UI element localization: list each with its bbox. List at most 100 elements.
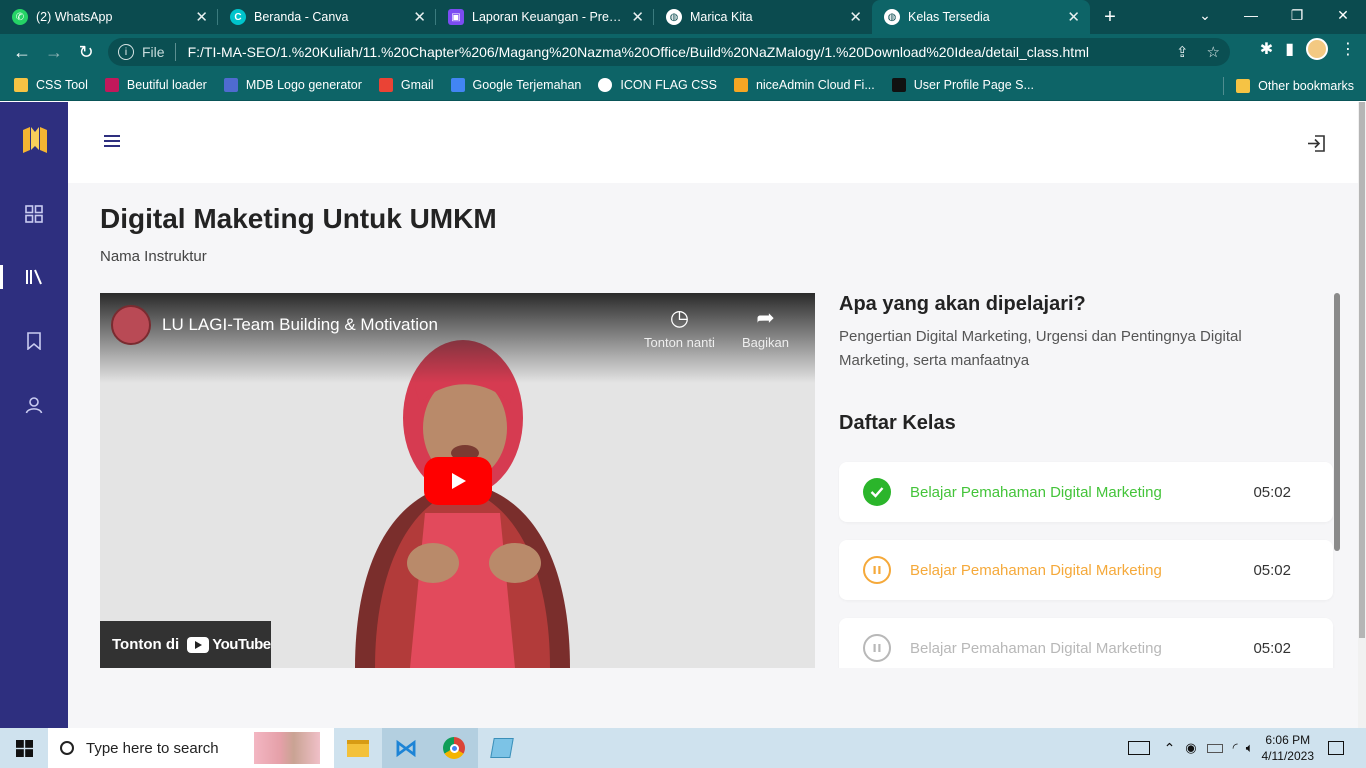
new-tab-button[interactable]: + xyxy=(1090,0,1130,34)
close-icon[interactable]: ✕ xyxy=(413,8,426,26)
battery-icon[interactable] xyxy=(1206,743,1223,753)
profile-avatar[interactable] xyxy=(1306,38,1328,60)
tab-title: Marica Kita xyxy=(690,10,753,24)
wifi-icon[interactable]: ◜ xyxy=(1233,740,1238,756)
sidebar-item-library[interactable] xyxy=(0,257,68,297)
bookmark-item[interactable]: Beutiful loader xyxy=(104,78,207,92)
bookmark-item[interactable]: CSS Tool xyxy=(14,78,88,92)
forward-icon[interactable]: → xyxy=(38,36,70,68)
jr-icon xyxy=(104,78,119,92)
share-video-button[interactable]: ➦ Bagikan xyxy=(742,305,789,350)
bookmark-item[interactable]: User Profile Page S... xyxy=(891,78,1034,92)
lesson-item[interactable]: Belajar Pemahaman Digital Marketing 05:0… xyxy=(839,618,1333,668)
start-button[interactable] xyxy=(0,728,48,768)
taskview-icon[interactable] xyxy=(1127,741,1150,755)
minimize-icon[interactable]: — xyxy=(1228,0,1274,30)
url-text[interactable]: F:/TI-MA-SEO/1.%20Kuliah/11.%20Chapter%2… xyxy=(188,44,1089,60)
address-bar[interactable]: i File F:/TI-MA-SEO/1.%20Kuliah/11.%20Ch… xyxy=(108,38,1230,66)
pause-circle-icon xyxy=(863,634,891,662)
pause-circle-icon xyxy=(863,556,891,584)
app-logo-icon xyxy=(23,127,47,153)
menu-icon[interactable]: ⋮ xyxy=(1340,39,1356,59)
video-title[interactable]: LU LAGI-Team Building & Motivation xyxy=(162,315,438,335)
page-title: Digital Maketing Untuk UMKM xyxy=(100,203,497,234)
watch-on-youtube-button[interactable]: Tonton di YouTube xyxy=(100,621,271,668)
lesson-duration: 05:02 xyxy=(1253,639,1291,657)
sidebar-item-profile[interactable] xyxy=(0,385,68,425)
bookmark-label: ICON FLAG CSS xyxy=(620,78,717,92)
taskbar-notepad[interactable] xyxy=(478,728,526,768)
side-panel-icon[interactable]: ▮ xyxy=(1285,39,1294,59)
tab-title: Kelas Tersedia xyxy=(908,10,990,24)
share-arrow-icon: ➦ xyxy=(756,305,775,330)
page-scroll-thumb[interactable] xyxy=(1359,102,1365,638)
bookmark-label: CSS Tool xyxy=(36,78,88,92)
youtube-icon xyxy=(187,636,210,653)
taskbar-clock[interactable]: 6:06 PM 4/11/2023 xyxy=(1262,732,1315,764)
window-controls: ⌄ — ❐ ✕ xyxy=(1182,0,1366,34)
clock-date: 4/11/2023 xyxy=(1261,749,1315,763)
github-icon xyxy=(598,78,613,92)
taskbar-chrome[interactable] xyxy=(430,728,478,768)
globe-icon: ◍ xyxy=(666,9,682,25)
close-icon[interactable]: ✕ xyxy=(849,8,862,26)
lesson-item[interactable]: Belajar Pemahaman Digital Marketing 05:0… xyxy=(839,462,1333,522)
tab-laporan[interactable]: ▣ Laporan Keuangan - Presenta ✕ xyxy=(436,0,654,34)
folder-icon xyxy=(14,78,28,92)
channel-avatar[interactable] xyxy=(111,305,151,345)
back-icon[interactable]: ← xyxy=(6,36,38,68)
tab-marica[interactable]: ◍ Marica Kita ✕ xyxy=(654,0,872,34)
hamburger-menu-icon[interactable] xyxy=(103,133,121,149)
tab-kelas-tersedia[interactable]: ◍ Kelas Tersedia ✕ xyxy=(872,0,1090,34)
glasses-icon xyxy=(891,78,906,92)
logout-icon[interactable] xyxy=(1307,134,1326,153)
bookmark-item[interactable]: niceAdmin Cloud Fi... xyxy=(733,78,875,92)
sidebar-item-dashboard[interactable] xyxy=(0,194,68,234)
restore-icon[interactable]: ❐ xyxy=(1274,0,1320,30)
share-icon[interactable]: ⇪ xyxy=(1176,43,1189,61)
volume-icon[interactable]: 🔈︎ xyxy=(1246,740,1254,756)
other-bookmarks[interactable]: Other bookmarks xyxy=(1223,77,1354,95)
star-icon[interactable]: ☆ xyxy=(1207,43,1220,61)
tab-whatsapp[interactable]: ✆ (2) WhatsApp ✕ xyxy=(0,0,218,34)
chevron-up-icon[interactable]: ⌃ xyxy=(1164,740,1176,757)
notification-icon[interactable] xyxy=(1328,741,1344,755)
info-icon[interactable]: i xyxy=(118,44,134,60)
close-icon[interactable]: ✕ xyxy=(195,8,208,26)
close-window-icon[interactable]: ✕ xyxy=(1320,0,1366,30)
user-icon xyxy=(25,397,43,414)
page-scrollbar[interactable] xyxy=(1358,102,1366,728)
bookmark-label: Beutiful loader xyxy=(126,78,207,92)
windows-taskbar: Type here to search ⋈ ⌃ ◉ ◜ 🔈︎ 6:06 PM 4… xyxy=(0,728,1366,768)
close-icon[interactable]: ✕ xyxy=(631,8,644,26)
system-tray: ⌃ ◉ ◜ 🔈︎ 6:06 PM 4/11/2023 xyxy=(1127,728,1366,768)
taskbar-vscode[interactable]: ⋈ xyxy=(382,728,430,768)
close-icon[interactable]: ✕ xyxy=(1067,8,1080,26)
bookmark-item[interactable]: Gmail xyxy=(378,78,434,92)
tab-canva[interactable]: C Beranda - Canva ✕ xyxy=(218,0,436,34)
camera-icon[interactable]: ◉ xyxy=(1185,740,1196,756)
bookmark-item[interactable]: MDB Logo generator xyxy=(223,78,362,92)
lesson-item[interactable]: Belajar Pemahaman Digital Marketing 05:0… xyxy=(839,540,1333,600)
watch-later-button[interactable]: ◷ Tonton nanti xyxy=(644,305,715,350)
taskbar-search-box[interactable]: Type here to search xyxy=(48,728,334,768)
taskbar-file-explorer[interactable] xyxy=(334,728,382,768)
search-highlight-image xyxy=(254,732,320,764)
bookmark-item[interactable]: Google Terjemahan xyxy=(450,78,581,92)
mdb-icon xyxy=(223,78,238,92)
reload-icon[interactable]: ↻ xyxy=(70,36,102,68)
check-circle-icon xyxy=(863,478,891,506)
lesson-duration: 05:02 xyxy=(1253,483,1291,501)
folder-icon xyxy=(347,739,369,757)
chrome-icon xyxy=(443,737,465,759)
browser-toolbar: ← → ↻ i File F:/TI-MA-SEO/1.%20Kuliah/11… xyxy=(0,34,1366,70)
app-topbar xyxy=(68,102,1358,183)
play-button[interactable] xyxy=(424,457,492,505)
class-list-scrollbar[interactable] xyxy=(1334,293,1340,551)
sidebar-item-bookmark[interactable] xyxy=(0,321,68,361)
extensions-icon[interactable]: ✱ xyxy=(1260,39,1273,59)
notepad-icon xyxy=(490,738,514,758)
bookmark-item[interactable]: ICON FLAG CSS xyxy=(598,78,717,92)
tab-search-icon[interactable]: ⌄ xyxy=(1182,0,1228,30)
video-player[interactable]: LU LAGI-Team Building & Motivation ◷ Ton… xyxy=(100,293,815,668)
